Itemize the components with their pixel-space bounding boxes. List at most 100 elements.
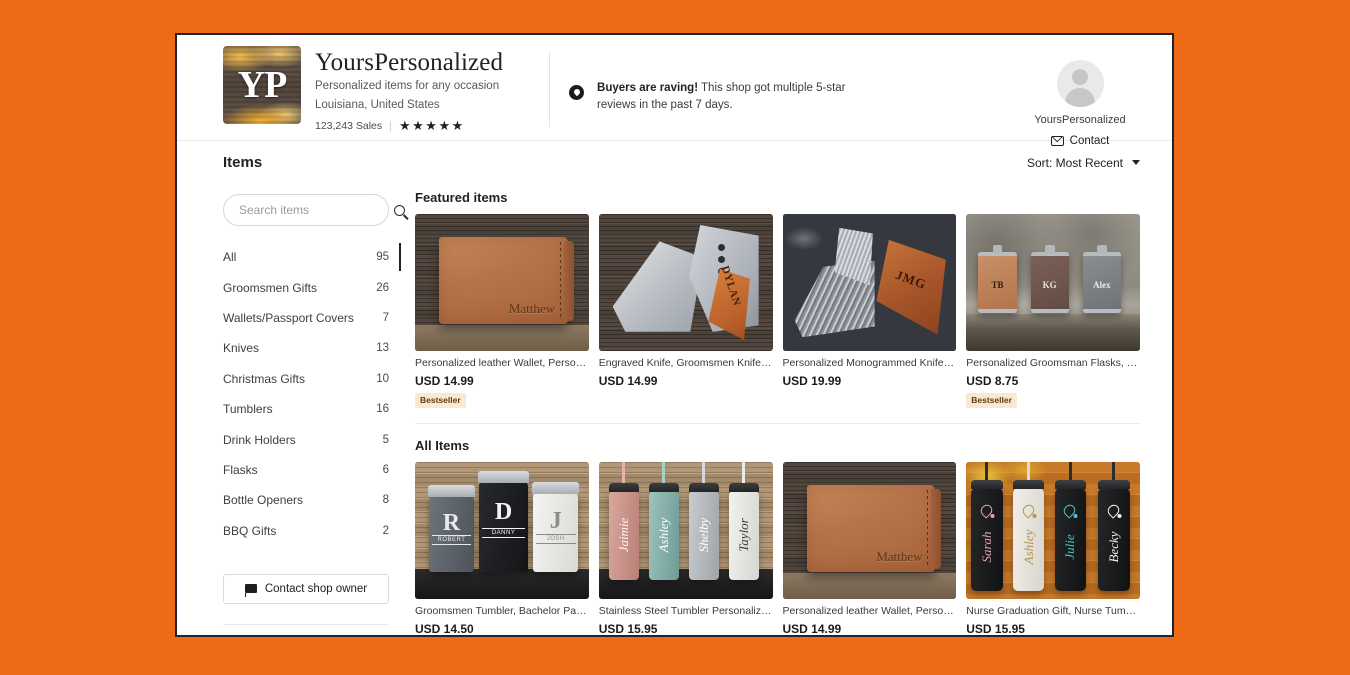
owner-name: YoursPersonalized: [1034, 114, 1126, 126]
wallet-stitching: [927, 490, 929, 567]
product-card[interactable]: Matthew Personalized leather Wallet, Per…: [415, 214, 589, 408]
category-label: BBQ Gifts: [223, 523, 277, 538]
sort-dropdown[interactable]: Sort: Most Recent: [1027, 156, 1140, 170]
product-thumbnail[interactable]: Jaimie Ashley Shelby Taylor: [598, 462, 773, 600]
product-title: Personalized Groomsman Flasks, Leath...: [966, 357, 1140, 369]
contact-shop-owner-button[interactable]: Contact shop owner: [223, 573, 389, 604]
product-thumbnail[interactable]: DYLAN: [598, 214, 773, 351]
product-price: USD 14.99: [782, 621, 842, 635]
product-thumbnail[interactable]: Matthew: [782, 462, 957, 600]
category-count: 2: [382, 524, 389, 537]
speech-bubble-icon: [569, 85, 585, 100]
product-title: Personalized leather Wallet, Personalize…: [415, 357, 589, 369]
search-items-box[interactable]: [223, 194, 405, 226]
product-card[interactable]: Matthew Personalized leather Wallet, Per…: [782, 462, 957, 635]
tumbler-lid: [428, 485, 475, 498]
sidebar-category-drink-holders[interactable]: Drink Holders 5: [223, 424, 389, 454]
items-main-column: Featured items Matthew Personalized leat…: [415, 189, 1140, 635]
product-thumbnail[interactable]: Matthew: [415, 214, 589, 351]
product-price: USD 14.99: [415, 373, 474, 388]
search-input[interactable]: [239, 203, 394, 217]
envelope-icon: [1050, 136, 1064, 146]
product-card[interactable]: R ROBERT D DANNY J JOSH Groomsmen Tumble…: [415, 462, 589, 635]
category-count: 5: [382, 433, 389, 446]
reviews-banner-text: Buyers are raving! This shop got multipl…: [597, 77, 880, 113]
search-icon[interactable]: [394, 204, 405, 216]
skinny-tumbler-graphic: Shelby: [689, 462, 719, 580]
stethoscope-heart-icon: [1106, 505, 1122, 518]
shop-header: YP YoursPersonalized Personalized items …: [177, 35, 1172, 147]
product-title: Personalized Monogrammed Knife, Gro...: [782, 357, 957, 369]
shelf-surface: [782, 573, 957, 600]
flask-cap: [992, 245, 1003, 255]
featured-section-title: Featured items: [415, 190, 508, 205]
product-card[interactable]: JMG Personalized Monogrammed Knife, Gro.…: [782, 214, 957, 408]
product-card[interactable]: Jaimie Ashley Shelby Taylor Stainless St…: [598, 462, 773, 635]
stethoscope-heart-icon: [1021, 505, 1037, 518]
category-label: Flasks: [223, 462, 258, 477]
stats-divider: |: [389, 120, 392, 132]
sidebar-category-knives[interactable]: Knives 13: [223, 333, 389, 363]
product-title: Stainless Steel Tumbler Personalized, C.…: [598, 605, 773, 618]
shelf-surface: [415, 324, 589, 351]
product-thumbnail[interactable]: R ROBERT D DANNY J JOSH: [415, 462, 589, 600]
tumbler-name: ROBERT: [431, 534, 472, 545]
owner-avatar-icon[interactable]: [1056, 60, 1104, 107]
nurse-tumbler-graphic: Ashley: [1013, 462, 1045, 591]
product-thumbnail[interactable]: Sarah Ashley Julie Becky: [966, 462, 1140, 600]
sort-dropdown-label: Sort: Most Recent: [1026, 155, 1123, 170]
sidebar-category-bottle-openers[interactable]: Bottle Openers 8: [223, 485, 389, 515]
avatar-head-shape: [1072, 69, 1088, 85]
category-count: 95: [376, 251, 389, 264]
category-label: Drink Holders: [223, 432, 296, 447]
tumbler-lid: [971, 479, 1003, 489]
tumbler-name: Shelby: [695, 517, 711, 553]
sidebar-category-tumblers[interactable]: Tumblers 16: [223, 394, 389, 424]
sidebar-category-flasks[interactable]: Flasks 6: [223, 455, 389, 485]
browser-page-frame: YP YoursPersonalized Personalized items …: [175, 33, 1174, 637]
product-thumbnail[interactable]: JMG: [782, 214, 957, 351]
shop-logo[interactable]: YP: [223, 46, 301, 124]
star-rating-icon[interactable]: ★★★★★: [399, 118, 465, 134]
sidebar-category-bbq-gifts[interactable]: BBQ Gifts 2: [223, 516, 389, 546]
nurse-tumbler-graphic: Becky: [1098, 462, 1130, 591]
tumbler-monogram: J: [549, 508, 562, 535]
sidebar-category-all[interactable]: All 95: [223, 242, 401, 272]
tumbler-monogram: D: [494, 499, 513, 526]
tumbler-graphic: D DANNY: [478, 471, 529, 572]
flask-monogram: TB: [991, 279, 1004, 290]
tumbler-lid: [1098, 479, 1130, 489]
sidebar-category-wallets-passport-covers[interactable]: Wallets/Passport Covers 7: [223, 303, 389, 333]
reviews-banner: Buyers are raving! This shop got multipl…: [550, 46, 880, 113]
skinny-tumbler-graphic: Jaimie: [609, 462, 639, 580]
category-label: Groomsmen Gifts: [223, 280, 318, 295]
product-card[interactable]: Sarah Ashley Julie Becky Nurse Graduatio…: [966, 462, 1140, 635]
category-label: All: [223, 250, 237, 265]
all-items-grid: R ROBERT D DANNY J JOSH Groomsmen Tumble…: [415, 462, 1140, 635]
product-card[interactable]: TB KG Alex Personalized Groomsman Flasks…: [966, 214, 1140, 408]
shop-sales-count: 123,243 Sales: [315, 120, 383, 132]
category-list: All 95 Groomsmen Gifts 26 Wallets/Passport C…: [223, 242, 401, 546]
sidebar-category-christmas-gifts[interactable]: Christmas Gifts 10: [223, 364, 389, 394]
category-count: 6: [382, 463, 389, 476]
product-thumbnail[interactable]: TB KG Alex: [966, 214, 1140, 351]
slate-board: [415, 569, 589, 600]
tumbler-lid: [478, 471, 529, 484]
flask-cap: [1044, 245, 1055, 255]
flask-graphic: Alex: [1082, 245, 1121, 313]
leather-wallet-graphic: Matthew: [806, 485, 941, 572]
product-title: Groomsmen Tumbler, Bachelor Party Gi...: [415, 605, 589, 618]
category-label: Christmas Gifts: [223, 371, 306, 386]
flag-icon: [244, 584, 257, 598]
product-title: Engraved Knife, Groomsmen Knife, Mo...: [598, 357, 773, 369]
owner-contact-button[interactable]: Contact: [1020, 135, 1140, 147]
product-price: USD 19.99: [782, 373, 842, 388]
category-count: 16: [376, 403, 389, 416]
sidebar-category-groomsmen-gifts[interactable]: Groomsmen Gifts 26: [223, 272, 389, 302]
product-card[interactable]: DYLAN Engraved Knife, Groomsmen Knife, M…: [598, 214, 773, 408]
tumbler-lid: [1054, 479, 1087, 489]
category-label: Knives: [223, 341, 260, 356]
leather-wallet-graphic: Matthew: [439, 237, 574, 324]
page-scroll-container[interactable]: YP YoursPersonalized Personalized items …: [177, 35, 1172, 635]
featured-items-grid: Matthew Personalized leather Wallet, Per…: [415, 214, 1140, 408]
